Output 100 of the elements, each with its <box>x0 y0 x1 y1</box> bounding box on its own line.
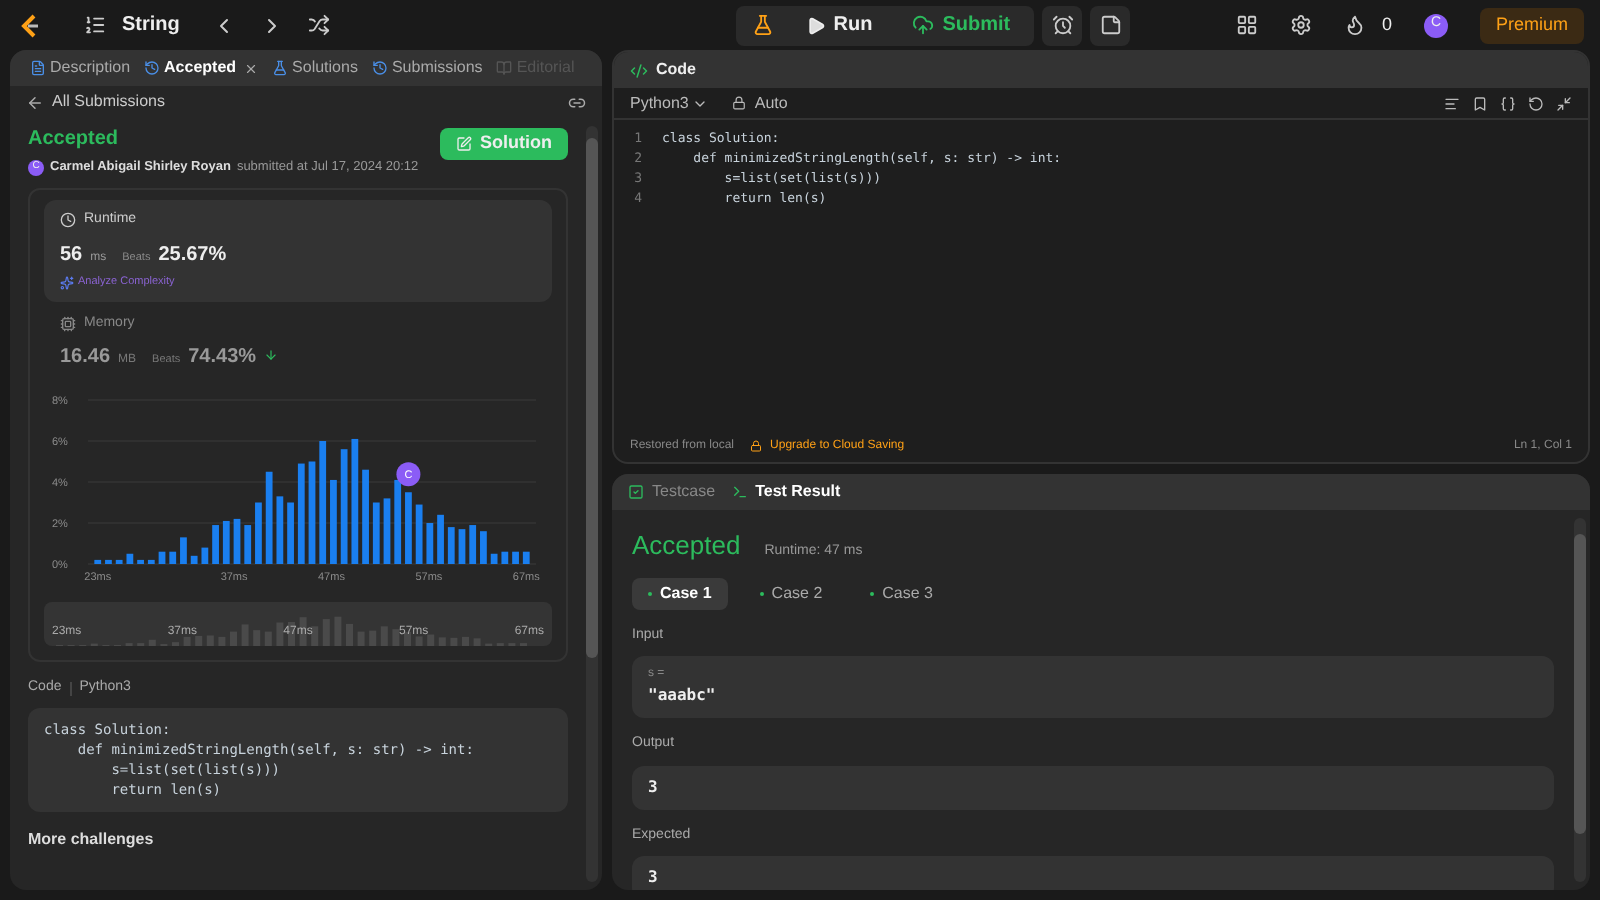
grid-icon[interactable] <box>1235 14 1258 36</box>
cloud-upload-icon <box>912 14 935 36</box>
all-submissions-link[interactable]: All Submissions <box>52 90 165 114</box>
case-tab[interactable]: Case 1 <box>632 577 728 609</box>
chart-bar <box>212 525 219 564</box>
memory-value: 16.46 <box>60 344 111 372</box>
back-arrow-icon[interactable] <box>26 93 44 111</box>
chart-bar <box>330 479 337 564</box>
chart-bar <box>340 449 348 564</box>
chart-bar <box>244 525 252 564</box>
chart-bar <box>437 514 444 564</box>
close-icon[interactable] <box>244 61 259 75</box>
flame-icon[interactable] <box>1343 14 1366 36</box>
lock-icon <box>750 440 763 452</box>
chart-bar <box>222 520 230 564</box>
play-icon <box>805 15 826 35</box>
chart-bar <box>265 471 273 564</box>
chart-bar <box>512 551 519 564</box>
chart-bar <box>362 469 369 564</box>
chart-bar <box>169 551 177 564</box>
chart-bar <box>501 551 509 564</box>
reset-icon[interactable] <box>1528 95 1544 111</box>
chart-bar <box>126 553 134 564</box>
minimize-icon[interactable] <box>1556 95 1572 111</box>
chip-icon <box>60 315 76 332</box>
document-icon <box>30 60 46 76</box>
bookmark-icon[interactable] <box>1472 95 1488 111</box>
editor-title: Code <box>656 58 696 82</box>
link-icon[interactable] <box>568 93 586 111</box>
chart-bar <box>233 518 241 564</box>
arrow-down-icon <box>264 348 279 362</box>
panel-tab[interactable]: Submissions <box>367 56 487 80</box>
problem-list-title[interactable]: String <box>122 10 180 40</box>
list-icon[interactable] <box>84 14 106 36</box>
input-value: "aaabc" <box>648 684 718 708</box>
note-icon <box>1099 14 1122 36</box>
chart-bar <box>351 438 359 564</box>
chart-bar <box>522 551 530 564</box>
note-button[interactable] <box>1090 5 1131 45</box>
auto-mode[interactable]: Auto <box>754 91 788 115</box>
chart-bar <box>469 525 477 564</box>
panel-tab[interactable]: Accepted <box>140 56 263 80</box>
logo-icon[interactable] <box>16 11 44 39</box>
chart-bar <box>447 527 455 564</box>
terminal-icon <box>731 484 748 500</box>
premium-button[interactable]: Premium <box>1479 7 1584 43</box>
chart-bar <box>201 547 209 564</box>
chart-bar <box>255 502 262 564</box>
flask-icon <box>272 60 289 76</box>
chart-bar <box>287 502 294 564</box>
scrollbar[interactable] <box>586 126 598 882</box>
chart-bar <box>372 502 380 564</box>
chart-bar <box>383 498 391 564</box>
memory-beats: 74.43% <box>188 344 257 372</box>
braces-icon[interactable] <box>1500 95 1516 111</box>
chart-bar <box>190 555 198 564</box>
scrollbar[interactable] <box>1574 518 1586 882</box>
chart-bar <box>147 559 155 564</box>
code-icon <box>630 61 648 79</box>
book-icon <box>496 60 513 76</box>
chart-bar <box>94 559 102 564</box>
case-tab[interactable]: Case 2 <box>743 577 839 609</box>
shuffle-icon[interactable] <box>307 14 330 36</box>
run-button[interactable]: Run <box>789 10 889 40</box>
chart-bar <box>394 479 402 564</box>
history-icon <box>371 60 388 76</box>
case-tab[interactable]: Case 3 <box>854 577 950 609</box>
alarm-clock-icon <box>1051 14 1074 36</box>
chart-bar <box>426 523 434 564</box>
language-dropdown[interactable]: Python3 <box>630 91 709 115</box>
chart-bar <box>137 559 144 564</box>
expected-box: 3 <box>632 856 1554 890</box>
panel-tab[interactable]: Test Result <box>731 480 841 504</box>
result-status: Accepted <box>632 528 741 564</box>
history-icon <box>144 60 161 76</box>
runtime-beats: 25.67% <box>158 242 227 271</box>
checkbox-icon <box>628 484 644 500</box>
format-icon[interactable] <box>1444 95 1460 111</box>
runtime-value: 56 <box>60 242 83 271</box>
submit-button[interactable]: Submit <box>896 10 1027 40</box>
panel-tab[interactable]: Testcase <box>628 480 716 504</box>
chart-bar <box>405 492 412 564</box>
chart-bar <box>319 441 327 564</box>
chart-bar <box>415 504 423 564</box>
chart-bar <box>308 461 316 564</box>
timer-button[interactable] <box>1042 5 1083 45</box>
lock-icon <box>732 96 747 110</box>
chart-bar <box>115 559 123 564</box>
settings-icon[interactable] <box>1289 14 1312 36</box>
more-challenges-heading: More challenges <box>28 827 156 851</box>
chart-bar <box>480 531 487 564</box>
chart-bar <box>490 553 498 564</box>
chart-bar <box>158 551 166 564</box>
chart-bar <box>105 559 112 564</box>
submission-status: Accepted <box>28 126 121 154</box>
streak-count: 0 <box>1381 11 1392 38</box>
sparkle-icon <box>60 275 74 290</box>
panel-tab[interactable]: Description <box>26 56 135 80</box>
chart-bar <box>297 463 305 564</box>
panel-tab[interactable]: Solutions <box>268 56 362 80</box>
